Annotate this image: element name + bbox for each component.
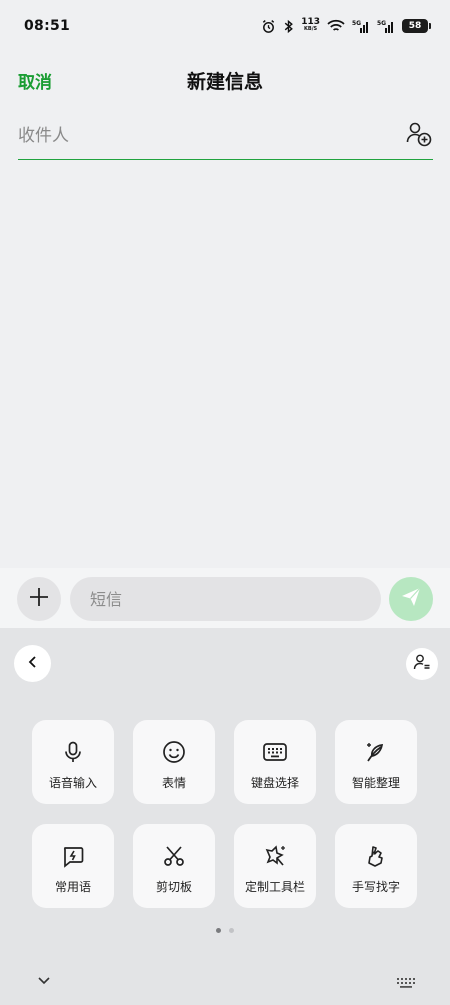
bluetooth-icon	[283, 19, 294, 34]
handwriting-icon	[363, 843, 389, 869]
header: 取消 新建信息	[0, 60, 450, 100]
status-icons: 113 KB/S 5G 5G 58	[261, 17, 431, 34]
recipient-row	[18, 114, 433, 160]
chevron-down-icon[interactable]	[36, 972, 52, 991]
quick-phrase-icon	[60, 843, 86, 869]
tool-emoji[interactable]: 表情	[133, 720, 215, 804]
page-title: 新建信息	[186, 71, 263, 93]
keyboard-back-button[interactable]	[14, 645, 51, 682]
keyboard-panel: 语音输入 表情 键盘选择 智能整理 常用语 剪切板 定制工具栏 手写找字	[0, 628, 450, 1005]
keyboard-icon	[262, 739, 288, 765]
chevron-left-icon	[26, 654, 40, 673]
tool-custom-toolbar[interactable]: 定制工具栏	[234, 824, 316, 908]
svg-text:5G: 5G	[377, 20, 386, 27]
tool-smart-organize[interactable]: 智能整理	[335, 720, 417, 804]
battery-indicator: 58	[402, 19, 431, 33]
page-dot-active	[216, 928, 221, 933]
tool-common-phrases[interactable]: 常用语	[32, 824, 114, 908]
plus-icon	[28, 586, 50, 612]
message-input[interactable]	[90, 587, 360, 611]
wifi-icon	[327, 19, 345, 33]
signal-5g-icon: 5G	[352, 19, 370, 33]
person-settings-icon	[413, 653, 431, 675]
microphone-icon	[60, 739, 86, 765]
feather-sparkle-icon	[363, 739, 389, 765]
keyboard-contact-button[interactable]	[406, 648, 438, 680]
tool-clipboard[interactable]: 剪切板	[133, 824, 215, 908]
custom-toolbar-icon	[262, 843, 288, 869]
attach-button[interactable]	[17, 577, 61, 621]
alarm-icon	[261, 19, 276, 34]
tool-voice-input[interactable]: 语音输入	[32, 720, 114, 804]
keyboard-switch-icon[interactable]	[396, 974, 416, 993]
emoji-icon	[161, 739, 187, 765]
signal-5g-icon: 5G	[377, 19, 395, 33]
status-time: 08:51	[24, 18, 71, 34]
add-contact-icon[interactable]	[405, 120, 433, 148]
message-field[interactable]	[70, 577, 381, 621]
network-speed: 113 KB/S	[301, 17, 320, 33]
status-bar: 08:51 113 KB/S 5G 5G 58	[0, 0, 450, 52]
tool-keyboard-select[interactable]: 键盘选择	[234, 720, 316, 804]
page-indicator	[0, 928, 450, 933]
send-button[interactable]	[389, 577, 433, 621]
scissors-icon	[161, 843, 187, 869]
send-icon	[400, 586, 422, 612]
svg-text:5G: 5G	[352, 20, 361, 27]
compose-bar	[0, 568, 450, 628]
page-dot[interactable]	[229, 928, 234, 933]
tool-grid: 语音输入 表情 键盘选择 智能整理 常用语 剪切板 定制工具栏 手写找字	[32, 720, 419, 908]
recipient-input[interactable]	[18, 122, 378, 150]
tool-handwriting[interactable]: 手写找字	[335, 824, 417, 908]
